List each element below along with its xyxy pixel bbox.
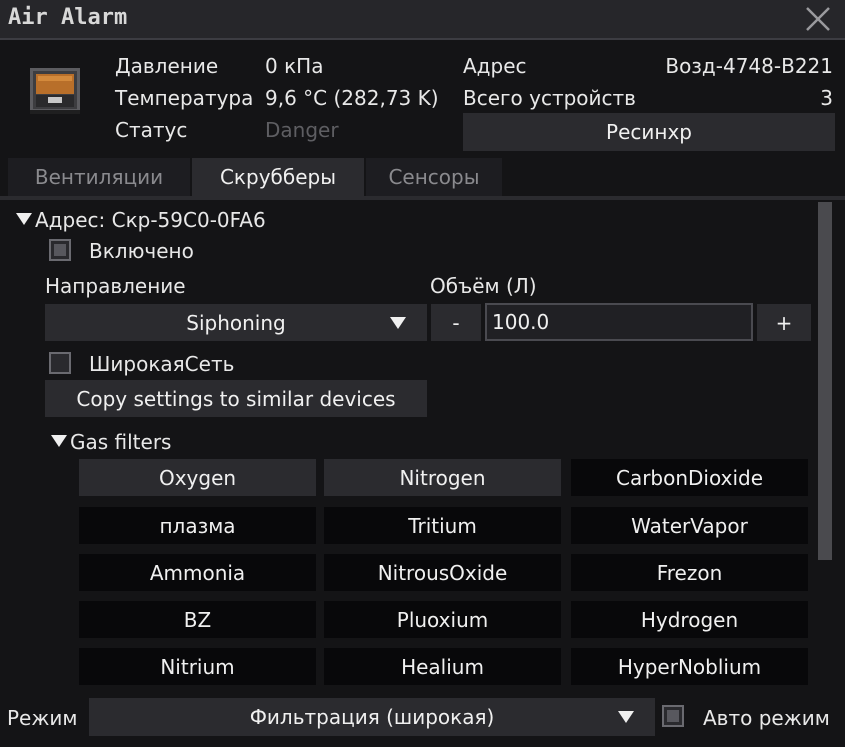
volume-input[interactable] bbox=[485, 303, 753, 341]
gas-filter-healium[interactable]: Healium bbox=[324, 648, 561, 685]
chevron-down-icon bbox=[390, 317, 406, 329]
collapse-arrow-icon bbox=[16, 213, 32, 225]
gas-filter-nitrium[interactable]: Nitrium bbox=[79, 648, 316, 685]
tab-underline bbox=[0, 196, 845, 200]
widenet-label: ШирокаяСеть bbox=[89, 352, 235, 376]
mode-bar: Режим Фильтрация (широкая) Авто режим bbox=[0, 688, 845, 747]
gas-filter-ammonia[interactable]: Ammonia bbox=[79, 554, 316, 591]
gas-filter-frezon[interactable]: Frezon bbox=[571, 554, 808, 591]
air-alarm-icon bbox=[30, 68, 80, 114]
window-title: Air Alarm bbox=[8, 5, 128, 30]
mode-label: Режим bbox=[7, 706, 78, 730]
pressure-label: Давление bbox=[115, 54, 219, 78]
temperature-label: Температура bbox=[115, 86, 254, 110]
devices-label: Всего устройств bbox=[463, 86, 636, 110]
gas-filters-header[interactable]: Gas filters bbox=[51, 430, 171, 454]
scrollbar-thumb[interactable] bbox=[818, 202, 832, 560]
tab-vents[interactable]: Вентиляции bbox=[8, 158, 190, 196]
mode-dropdown[interactable]: Фильтрация (широкая) bbox=[89, 698, 655, 736]
gas-filter-hyper-noblium[interactable]: HyperNoblium bbox=[571, 648, 808, 685]
gas-filter-pluoxium[interactable]: Pluoxium bbox=[324, 601, 561, 638]
mode-value: Фильтрация (широкая) bbox=[249, 705, 495, 729]
gas-filters-label: Gas filters bbox=[70, 430, 172, 454]
tab-scrubbers[interactable]: Скрубберы bbox=[192, 158, 364, 196]
auto-mode-checkbox[interactable] bbox=[662, 705, 684, 727]
auto-mode-label: Авто режим bbox=[703, 706, 830, 730]
gas-filter-water-vapor[interactable]: WaterVapor bbox=[571, 507, 808, 544]
chevron-down-icon bbox=[618, 711, 634, 723]
status-value: Danger bbox=[265, 118, 339, 142]
temperature-value: 9,6 °C (282,73 K) bbox=[265, 86, 439, 110]
tab-sensors[interactable]: Сенсоры bbox=[366, 158, 502, 196]
copy-settings-button[interactable]: Copy settings to similar devices bbox=[45, 380, 427, 417]
volume-label: Объём (Л) bbox=[430, 274, 537, 298]
enabled-checkbox[interactable] bbox=[49, 239, 71, 261]
gas-filter-bz[interactable]: BZ bbox=[79, 601, 316, 638]
air-alarm-panel: Давление 0 кПа Температура 9,6 °C (282,7… bbox=[0, 40, 845, 747]
direction-label: Направление bbox=[45, 274, 186, 298]
gas-filter-carbon-dioxide[interactable]: CarbonDioxide bbox=[571, 459, 808, 496]
pressure-value: 0 кПа bbox=[265, 54, 324, 78]
status-label: Статус bbox=[115, 118, 188, 142]
enabled-label: Включено bbox=[89, 239, 194, 263]
address-label: Адрес bbox=[463, 54, 527, 78]
volume-decrease-button[interactable]: - bbox=[431, 304, 481, 341]
gas-filter-plasma[interactable]: плазма bbox=[79, 507, 316, 544]
devices-value: 3 bbox=[820, 86, 833, 110]
direction-dropdown[interactable]: Siphoning bbox=[45, 304, 427, 341]
title-bar: Air Alarm bbox=[0, 0, 845, 40]
resync-button[interactable]: Ресинхр bbox=[463, 113, 835, 151]
scrubber-header[interactable]: Адрес: Скр-59C0-0FA6 bbox=[16, 208, 266, 232]
gas-filter-tritium[interactable]: Tritium bbox=[324, 507, 561, 544]
direction-value: Siphoning bbox=[186, 310, 286, 335]
volume-increase-button[interactable]: + bbox=[757, 304, 811, 341]
address-value: Возд-4748-B221 bbox=[665, 54, 833, 78]
scrubber-address: Адрес: Скр-59C0-0FA6 bbox=[35, 208, 266, 232]
gas-filter-oxygen[interactable]: Oxygen bbox=[79, 459, 316, 496]
widenet-checkbox[interactable] bbox=[49, 352, 71, 374]
gas-filter-hydrogen[interactable]: Hydrogen bbox=[571, 601, 808, 638]
close-icon[interactable] bbox=[803, 4, 833, 34]
gas-filter-nitrous-oxide[interactable]: NitrousOxide bbox=[324, 554, 561, 591]
gas-filter-nitrogen[interactable]: Nitrogen bbox=[324, 459, 561, 496]
collapse-arrow-icon bbox=[51, 435, 67, 447]
